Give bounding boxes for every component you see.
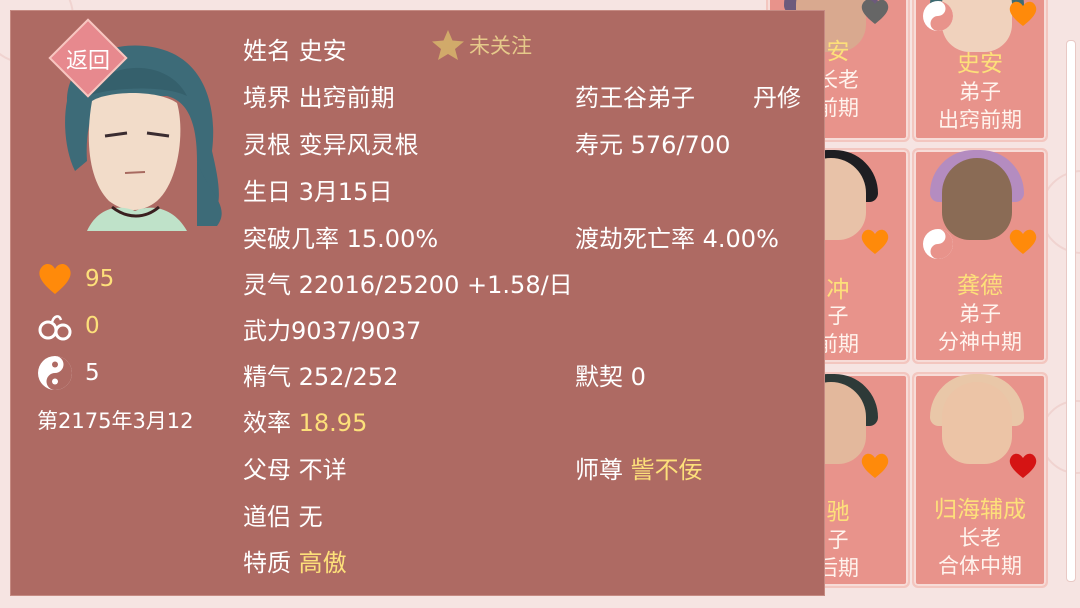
field-birthday: 生日 3月15日 <box>243 172 392 207</box>
qi-value: 22016/25200 +1.58/日 <box>298 271 573 299</box>
field-label: 生日 <box>243 178 291 206</box>
heart-icon <box>861 453 889 478</box>
field-root: 灵根 变异风灵根 <box>243 125 419 160</box>
heart-icon <box>861 229 889 254</box>
martial-value: 9037/9037 <box>291 317 422 345</box>
character-detail-panel: 返回 95 0 5 第2175年3月12 未关注 姓名 史安 境界 出窍前期 药… <box>10 10 825 596</box>
field-efficiency: 效率 18.95 <box>243 403 367 438</box>
field-label: 精气 <box>243 363 291 391</box>
field-label: 默契 <box>575 363 623 391</box>
master-link[interactable]: 訾不佞 <box>631 456 703 484</box>
heart-icon <box>1009 229 1037 254</box>
heart-icon <box>861 0 889 24</box>
field-label: 突破几率 <box>243 225 339 253</box>
realm-value: 出窍前期 <box>298 84 395 112</box>
field-qi: 灵气 22016/25200 +1.58/日 <box>243 265 573 300</box>
field-martial: 武力9037/9037 <box>243 311 421 346</box>
breakthrough-value: 15.00% <box>346 225 439 253</box>
parents-value: 不详 <box>298 456 347 484</box>
lifespan-value: 576/700 <box>630 131 731 159</box>
birthday-value: 3月15日 <box>298 178 393 206</box>
yinyang-icon <box>923 229 953 259</box>
field-label: 灵根 <box>243 131 291 159</box>
efficiency-value: 18.95 <box>298 409 368 437</box>
roster-card-gongde[interactable]: 龚德 弟子 分神中期 <box>912 148 1048 364</box>
roster-card-guihai[interactable]: 归海辅成 长老 合体中期 <box>912 372 1048 588</box>
yinyang-stat: 5 <box>37 355 100 391</box>
partner-value: 无 <box>298 503 323 531</box>
field-parents: 父母 不详 <box>243 450 347 485</box>
field-label: 道侣 <box>243 503 291 531</box>
roster-rank: 分神中期 <box>938 330 1022 354</box>
field-label: 武力 <box>243 317 291 345</box>
heart-icon <box>39 263 71 294</box>
root-value: 变异风灵根 <box>298 131 419 159</box>
field-bond: 默契 0 <box>575 357 646 392</box>
field-partner: 道侣 无 <box>243 497 323 532</box>
essence-value: 252/252 <box>298 363 399 391</box>
field-label: 寿元 <box>575 131 623 159</box>
cuffs-stat: 0 <box>37 308 100 344</box>
trait-value[interactable]: 高傲 <box>299 549 347 577</box>
field-label: 父母 <box>243 456 291 484</box>
yinyang-icon <box>38 356 72 390</box>
game-date: 第2175年3月12 <box>37 409 194 433</box>
tribulation-value: 4.00% <box>702 225 779 253</box>
field-path: 丹修 <box>753 84 801 112</box>
roster-rank: 出窍前期 <box>938 108 1022 132</box>
field-essence: 精气 252/252 <box>243 357 398 392</box>
star-icon <box>432 30 464 60</box>
yinyang-value: 5 <box>85 360 100 386</box>
roster-role: 长老 <box>959 526 1001 550</box>
field-label: 姓名 <box>243 37 291 65</box>
field-lifespan: 寿元 576/700 <box>575 125 730 160</box>
follow-label: 未关注 <box>469 34 532 58</box>
bond-value: 0 <box>630 363 646 391</box>
field-sect: 药王谷弟子 <box>575 84 695 112</box>
back-button-label: 返回 <box>65 49 110 74</box>
field-breakthrough: 突破几率 15.00% <box>243 219 438 254</box>
field-label: 境界 <box>243 84 291 112</box>
field-label: 特质 <box>243 549 291 577</box>
roster-name: 史安 <box>957 51 1003 77</box>
field-master: 师尊 訾不佞 <box>575 450 703 485</box>
yinyang-icon <box>923 1 953 31</box>
field-name: 姓名 史安 <box>243 31 347 66</box>
field-realm: 境界 出窍前期 <box>243 78 395 113</box>
field-label: 效率 <box>243 409 291 437</box>
handcuffs-icon <box>38 315 72 341</box>
favor-value: 95 <box>85 266 115 292</box>
follow-button[interactable]: 未关注 <box>431 29 532 61</box>
field-label: 灵气 <box>243 271 291 299</box>
field-trait: 特质 高傲 <box>243 543 347 578</box>
field-label: 渡劫死亡率 <box>575 225 695 253</box>
roster-name: 归海辅成 <box>934 497 1026 523</box>
heart-icon <box>1009 1 1037 27</box>
character-name: 史安 <box>298 37 347 65</box>
roster-card-shian[interactable]: 史安 弟子 出窍前期 <box>912 0 1048 142</box>
field-tribulation: 渡劫死亡率 4.00% <box>575 219 779 254</box>
cuffs-value: 0 <box>85 313 100 339</box>
back-button[interactable]: 返回 <box>48 18 128 98</box>
roster-role: 弟子 <box>959 80 1001 104</box>
favor-stat: 95 <box>37 261 114 297</box>
roster-name: 龚德 <box>957 273 1003 299</box>
field-label: 师尊 <box>575 456 623 484</box>
roster-role: 弟子 <box>959 302 1001 326</box>
heart-icon <box>1009 453 1037 478</box>
roster-rank: 合体中期 <box>938 554 1022 578</box>
scrollbar-track[interactable] <box>1066 40 1076 582</box>
